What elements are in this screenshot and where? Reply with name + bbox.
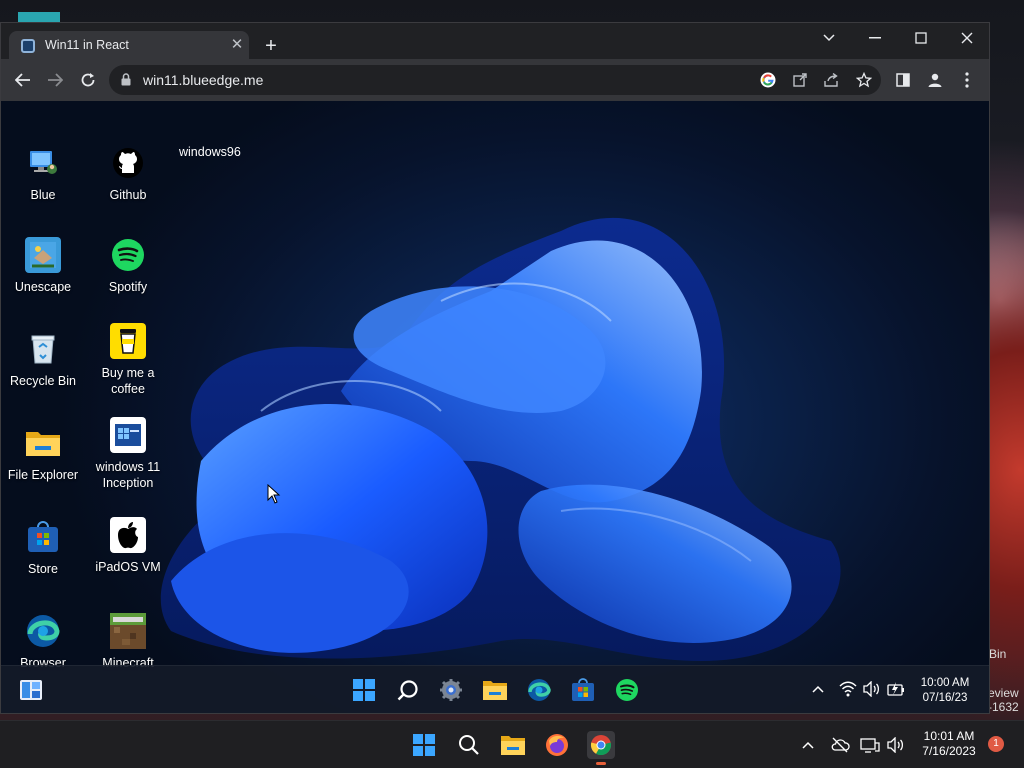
- firefox-icon[interactable]: [543, 731, 571, 759]
- share-icon[interactable]: [823, 71, 841, 89]
- bookmark-star-icon[interactable]: [855, 71, 873, 89]
- menu-dots-icon[interactable]: [955, 68, 979, 92]
- desktop-icon-label: iPadOS VM: [95, 560, 161, 574]
- windows-11-icon: [110, 417, 146, 453]
- desktop-icon-windows-11-inception[interactable]: windows 11 Inception: [86, 417, 170, 491]
- open-external-icon[interactable]: [791, 71, 809, 89]
- mouse-cursor-icon: [267, 483, 281, 509]
- new-tab-button[interactable]: +: [259, 35, 283, 59]
- github-icon: [110, 145, 146, 181]
- tab-title: Win11 in React: [45, 38, 129, 52]
- close-window-button[interactable]: [945, 25, 989, 51]
- volume-icon[interactable]: [863, 680, 881, 702]
- desktop-icon-recycle-bin[interactable]: Recycle Bin: [1, 331, 85, 389]
- back-icon[interactable]: [10, 67, 36, 93]
- edge-icon: [25, 613, 61, 649]
- desktop-icon-github[interactable]: Github: [86, 145, 170, 203]
- desktop-icon-browser[interactable]: Browser: [1, 613, 85, 671]
- desktop-icon-label: Github: [109, 188, 147, 202]
- tab-search-chevron-icon[interactable]: [807, 25, 851, 51]
- spotify-icon[interactable]: [614, 677, 640, 703]
- maximize-button[interactable]: [899, 25, 943, 51]
- desktop-icon-windows96[interactable]: windows96: [179, 145, 241, 159]
- tab-close-icon[interactable]: ✕: [227, 35, 247, 55]
- desktop-icon-buy-me-a-coffee[interactable]: Buy me a coffee: [86, 323, 170, 397]
- settings-gear-icon[interactable]: [438, 677, 464, 703]
- address-bar[interactable]: win11.blueedge.me: [109, 65, 881, 95]
- windows-start-icon[interactable]: [410, 731, 438, 759]
- network-monitor-icon[interactable]: [858, 731, 882, 759]
- battery-charging-icon[interactable]: [887, 681, 905, 702]
- side-panel-icon[interactable]: [891, 68, 915, 92]
- search-icon[interactable]: [455, 731, 483, 759]
- browser-window: Win11 in React ✕ + win11.blueedge.me Blu…: [0, 22, 990, 714]
- host-recycle-bin-label: Bin: [989, 647, 1007, 661]
- widgets-icon[interactable]: [18, 677, 44, 703]
- lock-icon[interactable]: [121, 73, 131, 91]
- coffee-cup-icon: [110, 323, 146, 359]
- url-text[interactable]: win11.blueedge.me: [143, 72, 263, 88]
- desktop-icon-store[interactable]: Store: [1, 519, 85, 577]
- host-review-label: eview: [988, 686, 1019, 700]
- desktop-icon-label: Spotify: [108, 280, 148, 294]
- cloud-offline-icon[interactable]: [828, 731, 852, 759]
- google-icon[interactable]: [759, 71, 777, 89]
- desktop-icon-blue[interactable]: Blue: [1, 145, 85, 203]
- desktop-icon-label: Store: [28, 562, 58, 576]
- desktop-icon-label: Recycle Bin: [10, 374, 76, 388]
- chrome-icon[interactable]: [587, 731, 615, 765]
- tab-win11-in-react[interactable]: Win11 in React ✕: [9, 31, 249, 59]
- profile-icon[interactable]: [923, 68, 947, 92]
- notification-badge[interactable]: 1: [988, 736, 1004, 752]
- desktop-icon-spotify[interactable]: Spotify: [86, 237, 170, 295]
- desktop-icon-file-explorer[interactable]: File Explorer: [1, 425, 85, 483]
- recycle-bin-icon: [25, 331, 61, 367]
- start-windows-icon[interactable]: [351, 677, 377, 703]
- search-icon[interactable]: [395, 677, 421, 703]
- file-explorer-icon[interactable]: [482, 677, 508, 703]
- host-review-sub: -1632: [988, 700, 1019, 714]
- tab-strip: Win11 in React ✕ +: [1, 23, 989, 59]
- win11-desktop[interactable]: Blue Unescape Recycle Bin File Explorer …: [1, 101, 989, 713]
- win11-clock[interactable]: 10:00 AM 07/16/23: [913, 676, 977, 706]
- tab-favicon-icon: [21, 39, 35, 53]
- edge-icon[interactable]: [526, 677, 552, 703]
- desktop-icon-label: Buy me a coffee: [101, 366, 155, 396]
- host-side-text: eview -1632: [988, 686, 1019, 714]
- desktop-icon-label: windows 11 Inception: [95, 460, 161, 490]
- desktop-icon-label: Unescape: [14, 280, 72, 294]
- host-clock-time: 10:01 AM: [923, 729, 975, 743]
- win11-clock-date: 07/16/23: [922, 692, 968, 704]
- spotify-icon: [110, 237, 146, 273]
- tray-chevron-up-icon[interactable]: [796, 731, 820, 759]
- host-window-edge: [18, 12, 60, 22]
- store-icon: [25, 519, 61, 555]
- host-taskbar: 10:01 AM 7/16/2023: [0, 720, 1024, 768]
- forward-icon[interactable]: [42, 67, 68, 93]
- desktop-icon-minecraft[interactable]: Minecraft: [86, 613, 170, 671]
- store-icon[interactable]: [570, 677, 596, 703]
- apple-icon: [110, 517, 146, 553]
- volume-icon[interactable]: [884, 731, 908, 759]
- browser-toolbar: win11.blueedge.me: [1, 59, 989, 101]
- unescape-icon: [25, 237, 61, 273]
- desktop-icon-unescape[interactable]: Unescape: [1, 237, 85, 295]
- host-clock-date: 7/16/2023: [922, 744, 976, 758]
- file-explorer-icon[interactable]: [499, 731, 527, 759]
- win11-taskbar: 10:00 AM 07/16/23: [1, 665, 989, 713]
- win11-clock-time: 10:00 AM: [920, 677, 970, 689]
- minimize-button[interactable]: [853, 25, 897, 51]
- tray-chevron-up-icon[interactable]: [812, 681, 824, 699]
- bloom-wallpaper: [160, 217, 841, 661]
- minecraft-icon: [110, 613, 146, 649]
- folder-icon: [25, 425, 61, 461]
- desktop-icon-ipados-vm[interactable]: iPadOS VM: [86, 517, 170, 575]
- desktop-icon-label: Blue: [30, 188, 56, 202]
- desktop-icon-label: File Explorer: [7, 468, 79, 482]
- host-clock[interactable]: 10:01 AM 7/16/2023: [918, 729, 980, 759]
- reload-icon[interactable]: [75, 67, 101, 93]
- wifi-icon[interactable]: [839, 681, 857, 702]
- blue-pc-icon: [25, 145, 61, 181]
